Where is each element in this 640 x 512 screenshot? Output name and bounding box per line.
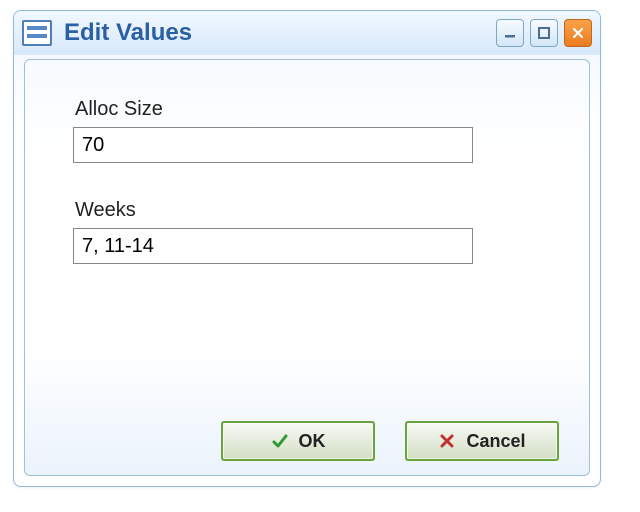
- form-icon: [22, 20, 52, 46]
- alloc-size-label: Alloc Size: [75, 98, 541, 121]
- ok-button-label: OK: [299, 431, 326, 452]
- cross-icon: [438, 432, 456, 450]
- cancel-button[interactable]: Cancel: [405, 421, 559, 461]
- checkmark-icon: [271, 432, 289, 450]
- minimize-button[interactable]: [496, 19, 524, 47]
- cancel-button-label: Cancel: [466, 431, 525, 452]
- alloc-size-input[interactable]: [73, 127, 473, 163]
- minimize-icon: [503, 26, 517, 40]
- window-controls: [496, 19, 592, 47]
- ok-button[interactable]: OK: [221, 421, 375, 461]
- maximize-icon: [537, 26, 551, 40]
- alloc-size-group: Alloc Size: [73, 98, 541, 163]
- weeks-group: Weeks: [73, 199, 541, 264]
- close-icon: [571, 26, 585, 40]
- close-button[interactable]: [564, 19, 592, 47]
- maximize-button[interactable]: [530, 19, 558, 47]
- dialog-title: Edit Values: [64, 19, 484, 47]
- dialog-body: Alloc Size Weeks OK: [24, 59, 590, 476]
- title-bar: Edit Values: [14, 11, 600, 55]
- weeks-input[interactable]: [73, 228, 473, 264]
- button-bar: OK Cancel: [221, 421, 559, 461]
- edit-values-dialog: Edit Values Alloc Size: [13, 10, 601, 487]
- weeks-label: Weeks: [75, 199, 541, 222]
